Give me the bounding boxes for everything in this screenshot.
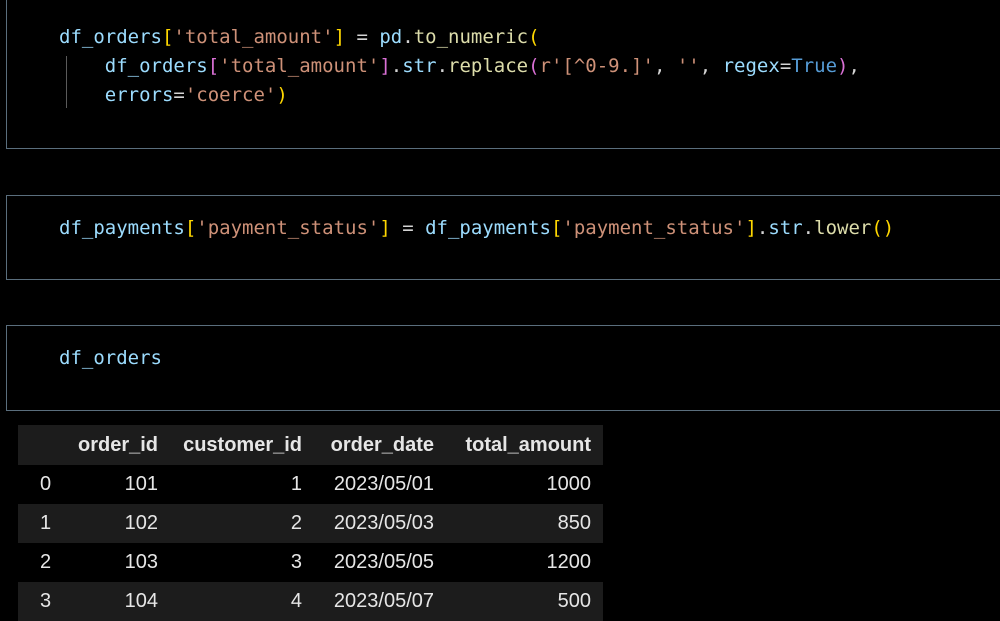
table-row: 0 101 1 2023/05/01 1000 bbox=[18, 465, 604, 504]
code-token: () bbox=[871, 217, 895, 239]
code-token: = bbox=[779, 55, 792, 77]
code-token: . bbox=[390, 55, 403, 77]
code-token: df_orders bbox=[104, 55, 208, 77]
table-cell: 4 bbox=[170, 582, 315, 621]
index-header bbox=[18, 425, 66, 465]
table-cell: 101 bbox=[66, 465, 171, 504]
row-index: 0 bbox=[18, 465, 66, 504]
code-line: df_orders['total_amount'].str.replace(r'… bbox=[59, 52, 860, 81]
code-token: , bbox=[653, 55, 677, 77]
code-token: 'total_amount' bbox=[219, 55, 380, 77]
code-token: [ bbox=[161, 26, 174, 48]
code-token: ( bbox=[528, 55, 540, 77]
code-token: ] bbox=[379, 217, 391, 239]
code-token: df_orders bbox=[59, 347, 162, 369]
code-editor[interactable]: df_payments['payment_status'] = df_payme… bbox=[59, 214, 894, 243]
code-cell-3[interactable]: df_orders bbox=[6, 325, 1000, 411]
table-cell: 1200 bbox=[446, 543, 604, 582]
code-line: errors='coerce') bbox=[59, 81, 860, 110]
table-row: 1 102 2 2023/05/03 850 bbox=[18, 504, 604, 543]
code-token: ) bbox=[276, 84, 288, 106]
table-cell: 103 bbox=[66, 543, 171, 582]
row-index: 1 bbox=[18, 504, 66, 543]
table-row: 2 103 3 2023/05/05 1200 bbox=[18, 543, 604, 582]
code-token: ) bbox=[837, 55, 849, 77]
code-token: pd bbox=[379, 26, 403, 48]
code-token: 'coerce' bbox=[184, 84, 277, 106]
code-token: 'total_amount' bbox=[173, 26, 334, 48]
code-token: df_payments bbox=[425, 217, 551, 239]
code-token: to_numeric bbox=[413, 26, 529, 48]
column-header: total_amount bbox=[446, 425, 604, 465]
code-token: ] bbox=[745, 217, 757, 239]
table-cell: 2023/05/05 bbox=[314, 543, 447, 582]
code-token: ] bbox=[379, 55, 391, 77]
code-token: [ bbox=[184, 217, 197, 239]
code-token: , bbox=[699, 55, 723, 77]
code-editor[interactable]: df_orders['total_amount'] = pd.to_numeri… bbox=[59, 23, 860, 110]
code-token: [ bbox=[207, 55, 220, 77]
code-token: . bbox=[756, 217, 769, 239]
code-token: 'payment_status' bbox=[562, 217, 746, 239]
table-cell: 2023/05/03 bbox=[314, 504, 447, 543]
code-token: str bbox=[402, 55, 437, 77]
code-token: '' bbox=[676, 55, 700, 77]
code-token: . bbox=[402, 26, 414, 48]
dataframe-table: order_id customer_id order_date total_am… bbox=[18, 425, 604, 621]
code-token: = bbox=[345, 26, 380, 48]
row-index: 2 bbox=[18, 543, 66, 582]
column-header: order_id bbox=[66, 425, 171, 465]
table-row: 3 104 4 2023/05/07 500 bbox=[18, 582, 604, 621]
code-token: True bbox=[791, 55, 838, 77]
code-token: 'payment_status' bbox=[196, 217, 380, 239]
code-line: df_payments['payment_status'] = df_payme… bbox=[59, 214, 894, 243]
table-cell: 2 bbox=[170, 504, 315, 543]
code-cell-2[interactable]: df_payments['payment_status'] = df_payme… bbox=[6, 195, 1000, 280]
code-token: . bbox=[436, 55, 449, 77]
table-cell: 102 bbox=[66, 504, 171, 543]
code-token: r'[^0-9.]' bbox=[539, 55, 654, 77]
table-cell: 3 bbox=[170, 543, 315, 582]
code-token: . bbox=[802, 217, 815, 239]
code-token: df_payments bbox=[59, 217, 185, 239]
code-token: ] bbox=[333, 26, 346, 48]
code-token: str bbox=[768, 217, 803, 239]
cell-output: order_id customer_id order_date total_am… bbox=[18, 425, 604, 621]
table-cell: 104 bbox=[66, 582, 171, 621]
code-token: df_orders bbox=[59, 26, 162, 48]
code-editor[interactable]: df_orders bbox=[59, 344, 162, 373]
table-cell: 1 bbox=[170, 465, 315, 504]
code-token: errors bbox=[104, 84, 174, 106]
table-cell: 850 bbox=[446, 504, 604, 543]
code-line: df_orders['total_amount'] = pd.to_numeri… bbox=[59, 23, 860, 52]
row-index: 3 bbox=[18, 582, 66, 621]
table-cell: 500 bbox=[446, 582, 604, 621]
column-header: order_date bbox=[314, 425, 447, 465]
table-cell: 2023/05/07 bbox=[314, 582, 447, 621]
code-line: df_orders bbox=[59, 344, 162, 373]
table-cell: 2023/05/01 bbox=[314, 465, 447, 504]
code-token: = bbox=[173, 84, 185, 106]
code-cell-1[interactable]: df_orders['total_amount'] = pd.to_numeri… bbox=[6, 0, 1000, 149]
code-token: lower bbox=[814, 217, 872, 239]
code-token: , bbox=[848, 55, 860, 77]
code-token: replace bbox=[448, 55, 529, 77]
table-header-row: order_id customer_id order_date total_am… bbox=[18, 425, 604, 465]
column-header: customer_id bbox=[170, 425, 315, 465]
table-cell: 1000 bbox=[446, 465, 604, 504]
code-token: ( bbox=[528, 26, 540, 48]
code-token: regex bbox=[722, 55, 780, 77]
code-token: [ bbox=[550, 217, 563, 239]
code-token: = bbox=[390, 217, 426, 239]
